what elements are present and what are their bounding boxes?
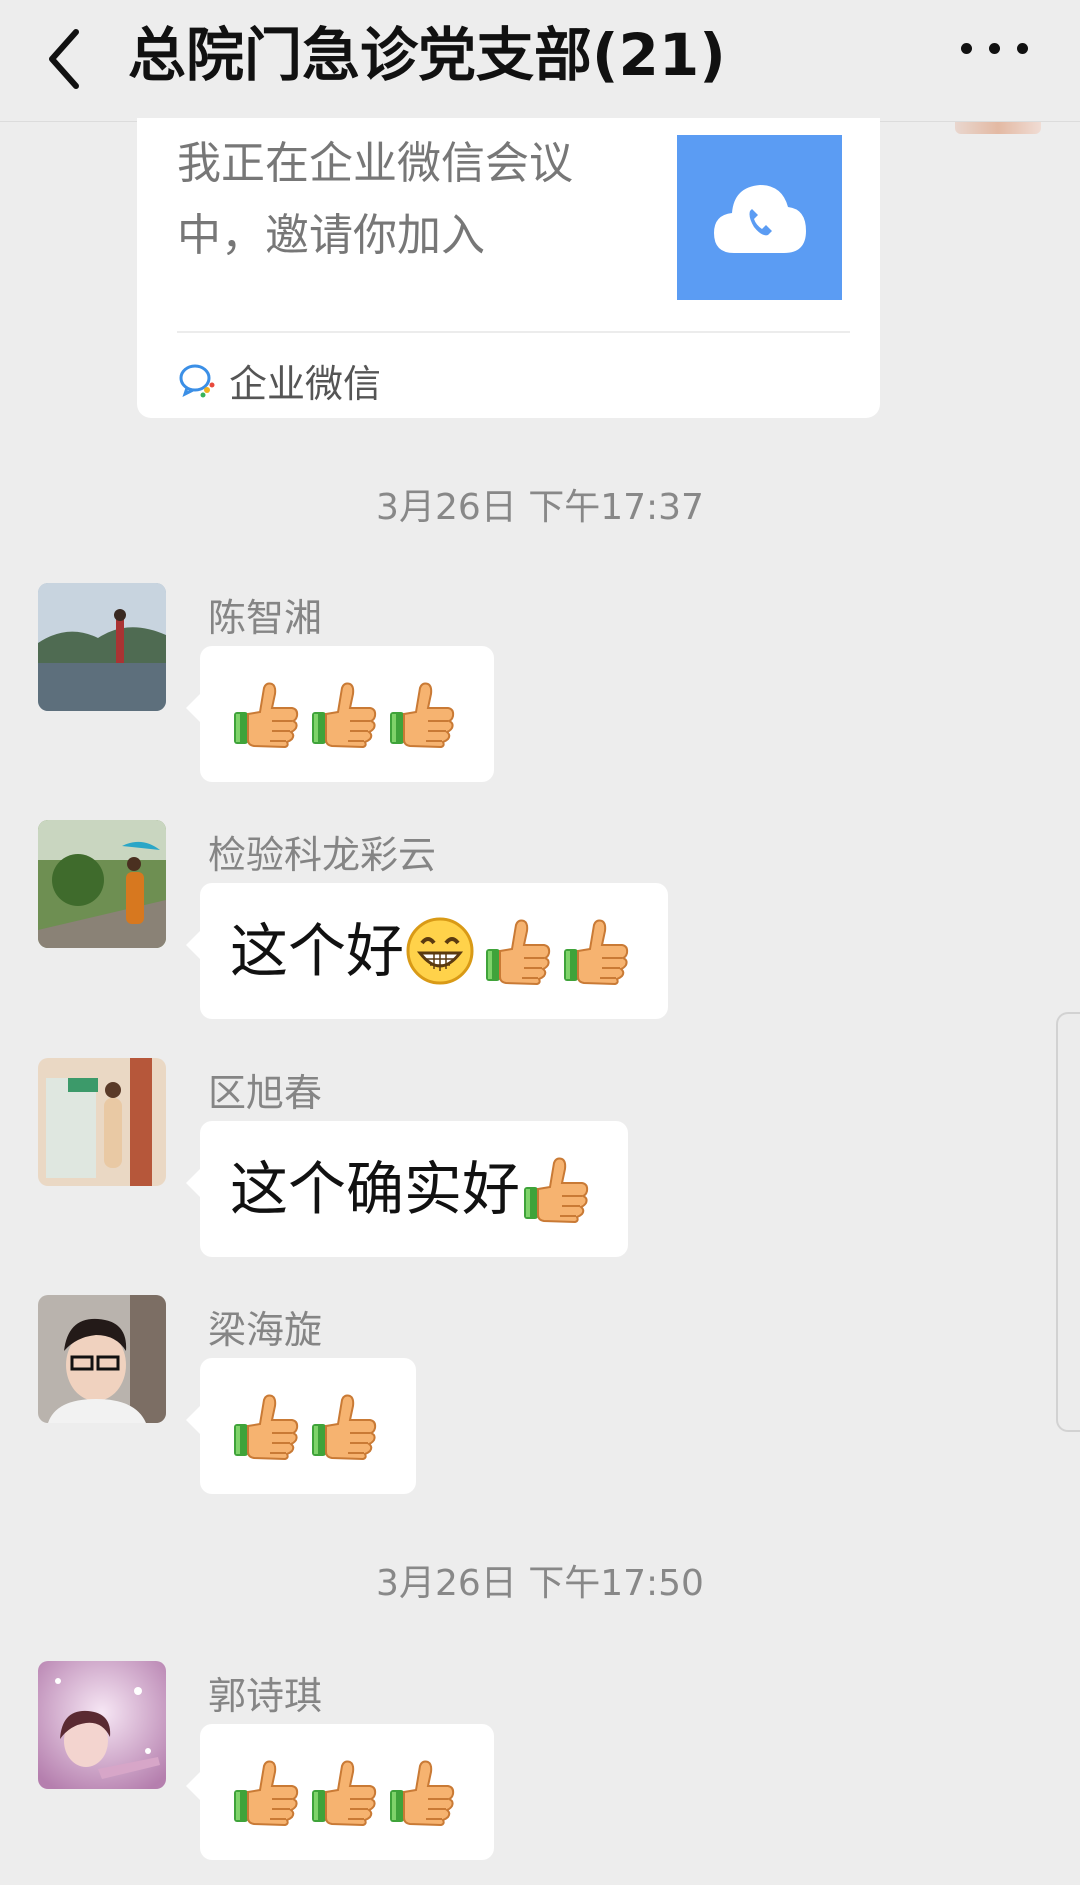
thumbs-up-icon [230, 1756, 302, 1828]
card-divider [177, 331, 850, 333]
grin-icon [404, 915, 476, 987]
message-bubble[interactable]: 这个好 [185, 883, 669, 1019]
thumbs-up-icon [386, 1756, 458, 1828]
card-footer: 企业微信 [177, 350, 381, 410]
thumbs-up-icon [308, 678, 380, 750]
sender-name: 区旭春 [208, 1071, 323, 1115]
timestamp: 3月26日 下午17:50 [376, 1563, 704, 1604]
cloud-phone-icon [713, 184, 806, 253]
thumbs-up-icon [230, 1390, 302, 1462]
sender-name: 陈智湘 [208, 596, 323, 640]
message-bubble[interactable] [186, 1358, 416, 1494]
sender-name: 检验科龙彩云 [208, 833, 437, 877]
wecom-logo-icon [179, 364, 215, 398]
scrollbar-thumb[interactable] [1056, 1012, 1080, 1432]
message-bubble[interactable] [186, 1724, 494, 1860]
more-options-icon[interactable] [955, 28, 1035, 68]
timestamp: 3月26日 下午17:37 [376, 487, 704, 528]
sender-name: 郭诗琪 [208, 1674, 323, 1718]
thumbs-up-icon [308, 1756, 380, 1828]
back-arrow-icon[interactable] [42, 24, 86, 94]
chat-header: 总院门急诊党支部(21) [0, 0, 1080, 122]
thumbs-up-icon [308, 1390, 380, 1462]
sender-name: 梁海旋 [208, 1308, 323, 1352]
message-text: 这个好 [230, 917, 405, 985]
meeting-invite-text: 我正在企业微信会议中，邀请你加入 [177, 138, 573, 261]
meeting-invite-card[interactable]: 我正在企业微信会议中，邀请你加入 企业微信 [137, 118, 880, 418]
meeting-thumbnail [677, 135, 842, 300]
sender-avatar-partial [955, 122, 1041, 134]
card-source-label: 企业微信 [229, 361, 382, 406]
chat-title: 总院门急诊党支部(21) [128, 21, 726, 89]
message-bubble[interactable] [186, 646, 494, 782]
avatar[interactable] [38, 1661, 166, 1789]
message-text: 这个确实好 [230, 1155, 521, 1223]
thumbs-up-icon [386, 678, 458, 750]
thumbs-up-icon [230, 678, 302, 750]
thumbs-up-icon [560, 915, 632, 987]
thumbs-up-icon [482, 915, 554, 987]
avatar[interactable] [38, 1058, 166, 1186]
avatar[interactable] [38, 820, 166, 948]
avatar[interactable] [38, 583, 166, 711]
avatar[interactable] [38, 1295, 166, 1423]
message-bubble[interactable]: 这个确实好 [185, 1121, 629, 1257]
thumbs-up-icon [520, 1153, 592, 1225]
